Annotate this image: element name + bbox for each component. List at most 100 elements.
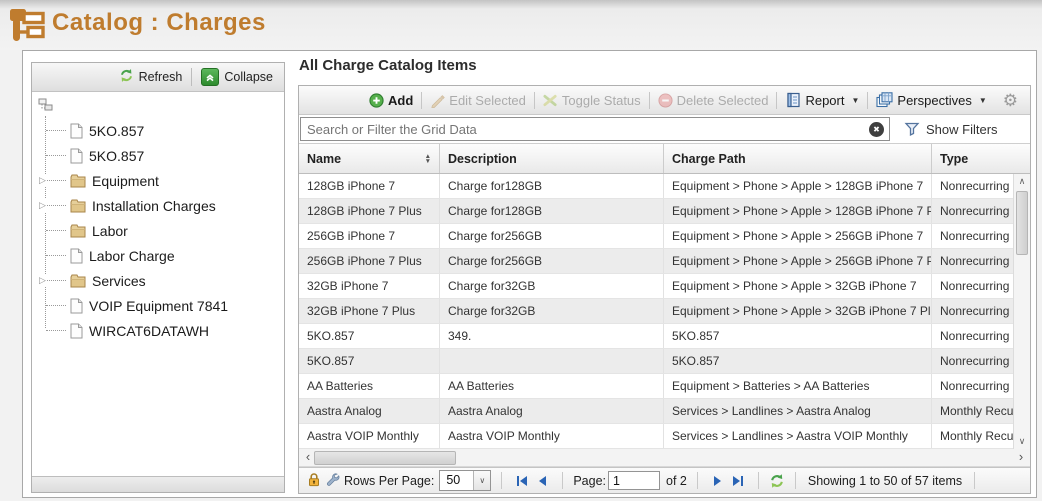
grid-toolbar: Add Edit Selected Toggle Statu <box>299 86 1030 115</box>
tree-item[interactable]: Labor Charge <box>38 243 280 268</box>
refresh-button[interactable]: Refresh <box>114 66 188 88</box>
tree-item-label: VOIP Equipment 7841 <box>89 298 228 314</box>
column-header-charge-path[interactable]: Charge Path <box>664 144 932 173</box>
cell-type: Nonrecurring <box>932 199 1013 223</box>
search-input[interactable] <box>301 122 869 137</box>
cell-charge-path: Services > Landlines > Aastra Analog <box>664 399 932 423</box>
report-menu-label: Report <box>805 93 844 108</box>
cell-description: Charge for128GB <box>440 199 664 223</box>
cell-type: Monthly Recurring <box>932 424 1013 448</box>
column-header-type[interactable]: Type <box>932 144 1030 173</box>
tree-item-label: Labor Charge <box>89 248 175 264</box>
horizontal-scrollbar[interactable]: ‹ › <box>299 449 1030 467</box>
previous-page-button[interactable] <box>536 475 548 487</box>
grid-panel: Add Edit Selected Toggle Statu <box>298 85 1031 494</box>
cell-name: 128GB iPhone 7 <box>299 174 440 198</box>
toggle-status-label: Toggle Status <box>562 93 641 108</box>
scroll-left-arrow[interactable]: ‹ <box>301 449 315 466</box>
tree-item-label: Labor <box>92 223 128 239</box>
wrench-icon[interactable] <box>325 472 340 490</box>
file-icon <box>70 298 83 314</box>
scroll-right-arrow[interactable]: › <box>1014 449 1028 466</box>
vertical-scrollbar[interactable]: ∧ ∨ <box>1013 174 1030 449</box>
sort-icon[interactable]: ▲ ▼ <box>425 154 431 164</box>
show-filters-button[interactable]: Show Filters <box>904 121 998 137</box>
table-row[interactable]: 256GB iPhone 7 Charge for256GB Equipment… <box>299 224 1013 249</box>
table-row[interactable]: 5KO.857 349. 5KO.857 Nonrecurring <box>299 324 1013 349</box>
perspectives-menu-button[interactable]: Perspectives ▼ <box>870 92 992 108</box>
combo-dropdown-icon[interactable]: ∨ <box>473 471 490 490</box>
table-row[interactable]: 32GB iPhone 7 Charge for32GB Equipment >… <box>299 274 1013 299</box>
tree-item[interactable]: ▷ Services <box>38 268 280 293</box>
perspectives-icon <box>876 92 893 108</box>
cell-type: Nonrecurring <box>932 274 1013 298</box>
cell-charge-path: 5KO.857 <box>664 324 932 348</box>
tree-item[interactable]: 5KO.857 <box>38 118 280 143</box>
cell-name: 256GB iPhone 7 <box>299 224 440 248</box>
footer-separator <box>758 472 759 489</box>
table-row[interactable]: 128GB iPhone 7 Plus Charge for128GB Equi… <box>299 199 1013 224</box>
delete-selected-button[interactable]: Delete Selected <box>652 93 775 108</box>
column-header-description[interactable]: Description <box>440 144 664 173</box>
scroll-down-arrow[interactable]: ∨ <box>1014 434 1030 449</box>
report-menu-button[interactable]: Report ▼ <box>779 92 865 108</box>
delete-minus-icon <box>658 93 673 108</box>
edit-pencil-icon <box>430 93 445 108</box>
expand-arrow-icon[interactable]: ▷ <box>38 174 47 187</box>
expand-arrow-icon[interactable]: ▷ <box>38 274 47 287</box>
cell-name: AA Batteries <box>299 374 440 398</box>
table-row[interactable]: 256GB iPhone 7 Plus Charge for256GB Equi… <box>299 249 1013 274</box>
next-page-button[interactable] <box>712 475 724 487</box>
chevron-down-icon: ▼ <box>979 96 987 105</box>
table-row[interactable]: 32GB iPhone 7 Plus Charge for32GB Equipm… <box>299 299 1013 324</box>
file-icon <box>70 323 83 339</box>
page-number-input[interactable] <box>608 471 660 490</box>
folder-icon <box>70 274 86 288</box>
cell-name: 128GB iPhone 7 Plus <box>299 199 440 223</box>
column-header-name[interactable]: Name ▲ ▼ <box>299 144 440 173</box>
table-row[interactable]: Aastra Analog Aastra Analog Services > L… <box>299 399 1013 424</box>
clear-search-icon[interactable]: ✖ <box>869 122 884 137</box>
tree-item[interactable]: 5KO.857 <box>38 143 280 168</box>
show-filters-label: Show Filters <box>926 122 998 137</box>
last-page-button[interactable] <box>732 475 744 487</box>
grid-title: All Charge Catalog Items <box>299 57 477 74</box>
table-row[interactable]: AA Batteries AA Batteries Equipment > Ba… <box>299 374 1013 399</box>
tree-item[interactable]: Labor <box>38 218 280 243</box>
grid-refresh-button[interactable] <box>769 473 785 489</box>
cell-type: Nonrecurring <box>932 349 1013 373</box>
cell-charge-path: Equipment > Phone > Apple > 256GB iPhone… <box>664 249 932 273</box>
footer-separator <box>697 472 698 489</box>
rows-per-page-select[interactable]: 50 ∨ <box>439 470 491 491</box>
table-row[interactable]: 5KO.857 5KO.857 Nonrecurring <box>299 349 1013 374</box>
catalog-tree: 5KO.857 5KO.857 ▷ Equipment ▷ <box>32 92 284 476</box>
tree-item[interactable]: ▷ Equipment <box>38 168 280 193</box>
pagination-bar: Rows Per Page: 50 ∨ Page: of 2 <box>299 467 1030 493</box>
tree-item[interactable]: VOIP Equipment 7841 <box>38 293 280 318</box>
add-button[interactable]: Add <box>363 93 419 108</box>
horizontal-scrollbar-thumb[interactable] <box>314 451 456 465</box>
footer-separator <box>501 472 502 489</box>
vertical-scrollbar-thumb[interactable] <box>1016 191 1028 255</box>
page-header: Catalog : Charges <box>0 0 1042 50</box>
tree-item[interactable]: ▷ Installation Charges <box>38 193 280 218</box>
collapse-icon <box>201 68 219 86</box>
folder-icon <box>70 224 86 238</box>
tree-item[interactable]: WIRCAT6DATAWH <box>38 318 280 343</box>
grid-body: 128GB iPhone 7 Charge for128GB Equipment… <box>299 174 1030 449</box>
grid-settings-gear-icon[interactable]: ⚙ <box>1003 92 1018 109</box>
collapse-button[interactable]: Collapse <box>196 66 278 88</box>
scroll-up-arrow[interactable]: ∧ <box>1014 174 1030 189</box>
edit-selected-button[interactable]: Edit Selected <box>424 93 532 108</box>
lock-icon[interactable] <box>307 472 321 490</box>
toggle-status-button[interactable]: Toggle Status <box>537 93 647 108</box>
table-row[interactable]: Aastra VOIP Monthly Aastra VOIP Monthly … <box>299 424 1013 449</box>
table-row[interactable]: 128GB iPhone 7 Charge for128GB Equipment… <box>299 174 1013 199</box>
expand-arrow-icon[interactable]: ▷ <box>38 199 47 212</box>
tree-root-node[interactable] <box>38 98 280 118</box>
cell-description: Charge for256GB <box>440 249 664 273</box>
cell-charge-path: Equipment > Phone > Apple > 32GB iPhone … <box>664 299 932 323</box>
file-icon <box>70 148 83 164</box>
tree-panel-footer <box>32 476 284 492</box>
first-page-button[interactable] <box>516 475 528 487</box>
